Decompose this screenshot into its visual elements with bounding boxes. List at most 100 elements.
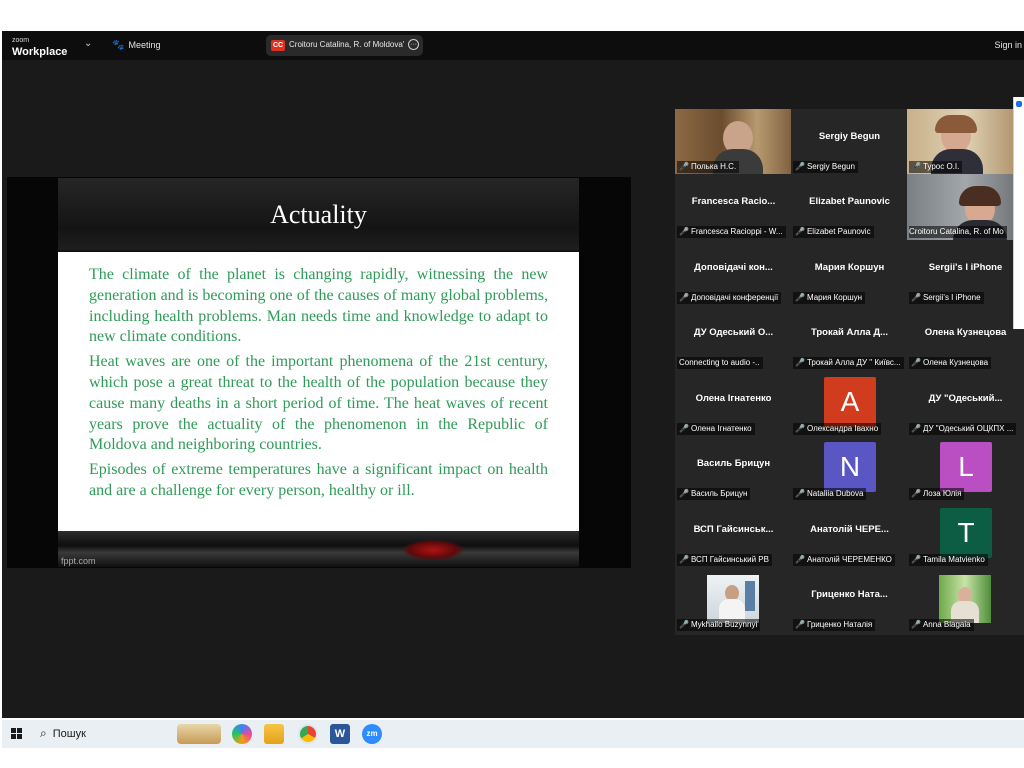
participant-tile[interactable]: Гриценко Ната... 🎤 Гриценко Наталія: [791, 567, 908, 633]
side-panel-edge[interactable]: [1013, 97, 1024, 329]
participant-tile[interactable]: ДУ Одеський О... Connecting to audio -..: [675, 305, 792, 371]
participant-tile[interactable]: Мария Коршун 🎤 Мария Коршун: [791, 240, 908, 306]
participant-label: 🎤 Олена Ігнатенко: [677, 423, 755, 435]
participant-tile[interactable]: Elizabet Paunovic 🎤 Elizabet Paunovic: [791, 174, 908, 240]
participant-label: 🎤 Elizabet Paunovic: [793, 226, 874, 238]
participant-label: 🎤 Francesca Racioppi - W...: [677, 226, 786, 238]
muted-mic-icon: 🎤: [911, 620, 921, 629]
participant-tile[interactable]: Василь Брицун 🎤 Василь Брицун: [675, 436, 792, 502]
participant-label: 🎤 ДУ "Одеський ОЦКПХ ...: [909, 423, 1017, 435]
slide-footer-band: [58, 531, 579, 567]
meeting-menu[interactable]: 🐾 Meeting: [112, 40, 160, 51]
copilot-icon[interactable]: [232, 724, 252, 744]
house-widget-icon[interactable]: [177, 724, 221, 744]
panel-icon: [1016, 101, 1022, 107]
participant-label: 🎤 ВСП Гайсинський РВ: [677, 554, 772, 566]
participant-tile[interactable]: Доповідачі кон... 🎤 Доповідачі конференці…: [675, 240, 792, 306]
avatar: N: [824, 442, 876, 492]
participant-tile[interactable]: Олена Кузнецова 🎤 Олена Кузнецова: [907, 305, 1024, 371]
participant-name: Elizabet Paunovic: [809, 196, 890, 207]
participant-tile[interactable]: T 🎤 Tamila Matvienko: [907, 502, 1024, 568]
participant-label: 🎤 Василь Брицун: [677, 488, 751, 500]
participant-tile[interactable]: L 🎤 Лоза Юлія: [907, 436, 1024, 502]
participant-video: [939, 575, 991, 623]
participant-tile[interactable]: 🎤 Anna Blagaia: [907, 567, 1024, 633]
muted-mic-icon: 🎤: [795, 227, 805, 236]
participant-label: Connecting to audio -..: [677, 357, 763, 369]
participant-video: [707, 575, 759, 623]
windows-taskbar: ⌕ Пошук W zm: [2, 720, 1024, 748]
participant-name: Трокай Алла Д...: [810, 327, 889, 338]
participant-label: 🎤 Гриценко Наталія: [793, 619, 876, 631]
muted-mic-icon: 🎤: [911, 293, 921, 302]
participant-name: Francesca Racio...: [691, 196, 776, 207]
zoom-workplace-logo[interactable]: zoom Workplace: [12, 36, 68, 58]
participant-tile[interactable]: 🎤 Mykhailo Buzynnyi: [675, 567, 792, 633]
participant-tile[interactable]: Sergii's I iPhone 🎤 Sergii's I iPhone: [907, 240, 1024, 306]
screen-top-margin: [0, 0, 1024, 31]
workplace-logo-text: Workplace: [12, 46, 68, 58]
muted-mic-icon: 🎤: [679, 555, 689, 564]
participant-name: Анатолій ЧЕРЕ...: [810, 524, 889, 535]
sharer-name: Croitoru Catalina, R. of Moldova': [289, 40, 405, 49]
presentation-slide: Actuality The climate of the planet is c…: [58, 178, 579, 567]
participant-tile[interactable]: N 🎤 Nataliia Dubova: [791, 436, 908, 502]
more-options-icon[interactable]: ···: [408, 39, 419, 50]
meeting-label: Meeting: [128, 40, 161, 50]
participant-label: 🎤 Мария Коршун: [793, 292, 866, 304]
participant-name: Олена Кузнецова: [924, 327, 1007, 338]
participant-tile[interactable]: ВСП Гайсинськ... 🎤 ВСП Гайсинський РВ: [675, 502, 792, 568]
zoom-logo-small: zoom: [12, 37, 30, 44]
zoom-icon[interactable]: zm: [362, 724, 382, 744]
active-speaker-tile[interactable]: Croitoru Catalina, R. of Mo: [907, 174, 1024, 240]
file-explorer-icon[interactable]: [264, 724, 284, 744]
participant-name: ДУ "Одеський...: [928, 393, 1003, 404]
muted-mic-icon: 🎤: [795, 555, 805, 564]
chrome-icon[interactable]: [298, 724, 318, 744]
participant-name: Sergii's I iPhone: [928, 262, 1003, 273]
slide-paragraph: The climate of the planet is changing ra…: [89, 266, 548, 346]
participant-tile[interactable]: ДУ "Одеський... 🎤 ДУ "Одеський ОЦКПХ ...: [907, 371, 1024, 437]
chevron-down-icon[interactable]: ⌄: [84, 38, 92, 49]
muted-mic-icon: 🎤: [795, 358, 805, 367]
participant-tile[interactable]: Трокай Алла Д... 🎤 Трокай Алла ДУ " Київс…: [791, 305, 908, 371]
participant-tile[interactable]: A 🎤 Олександра Івахно: [791, 371, 908, 437]
participant-label: 🎤 Турос О.І.: [909, 161, 963, 173]
muted-mic-icon: 🎤: [911, 162, 921, 171]
muted-mic-icon: 🎤: [679, 293, 689, 302]
muted-mic-icon: 🎤: [911, 424, 921, 433]
windows-start-icon[interactable]: [11, 728, 23, 740]
muted-mic-icon: 🎤: [795, 424, 805, 433]
screen-share-indicator[interactable]: CC Croitoru Catalina, R. of Moldova' ···: [266, 35, 423, 56]
sign-in-button[interactable]: Sign in: [994, 40, 1022, 50]
participant-label: 🎤 Доповідачі конференції: [677, 292, 782, 304]
participant-gallery: 🎤 Полька Н.С. Sergiy Begun 🎤 Sergiy Begun …: [675, 109, 1024, 635]
participant-tile[interactable]: Олена Ігнатенко 🎤 Олена Ігнатенко: [675, 371, 792, 437]
participant-label: Croitoru Catalina, R. of Mo: [909, 226, 1007, 238]
muted-mic-icon: 🎤: [795, 293, 805, 302]
word-icon[interactable]: W: [330, 724, 350, 744]
participant-name: Доповідачі кон...: [694, 262, 773, 273]
paw-icon: 🐾: [112, 40, 125, 51]
muted-mic-icon: 🎤: [911, 358, 921, 367]
screen-bottom-margin: [0, 748, 1024, 768]
muted-mic-icon: 🎤: [795, 489, 805, 498]
muted-mic-icon: 🎤: [679, 489, 689, 498]
participant-tile[interactable]: 🎤 Турос О.І.: [907, 109, 1024, 175]
slide-footer-text: fppt.com: [61, 556, 96, 566]
avatar: L: [940, 442, 992, 492]
zoom-title-bar: zoom Workplace ⌄ 🐾 Meeting CC Croitoru Ca…: [2, 31, 1024, 60]
participant-tile[interactable]: Sergiy Begun 🎤 Sergiy Begun: [791, 109, 908, 175]
participant-tile[interactable]: Анатолій ЧЕРЕ... 🎤 Анатолій ЧЕРЕМЕНКО: [791, 502, 908, 568]
participant-label: 🎤 Mykhailo Buzynnyi: [677, 619, 761, 631]
participant-label: 🎤 Полька Н.С.: [677, 161, 740, 173]
muted-mic-icon: 🎤: [679, 424, 689, 433]
participant-name: ВСП Гайсинськ...: [693, 524, 774, 535]
participant-name: ДУ Одеський О...: [693, 327, 774, 338]
participant-label: 🎤 Anna Blagaia: [909, 619, 974, 631]
participant-tile[interactable]: Francesca Racio... 🎤 Francesca Racioppi -…: [675, 174, 792, 240]
participant-tile[interactable]: 🎤 Полька Н.С.: [675, 109, 792, 175]
participant-label: 🎤 Олександра Івахно: [793, 423, 882, 435]
slide-decoration: [403, 540, 463, 560]
participant-label: 🎤 Анатолій ЧЕРЕМЕНКО: [793, 554, 895, 566]
